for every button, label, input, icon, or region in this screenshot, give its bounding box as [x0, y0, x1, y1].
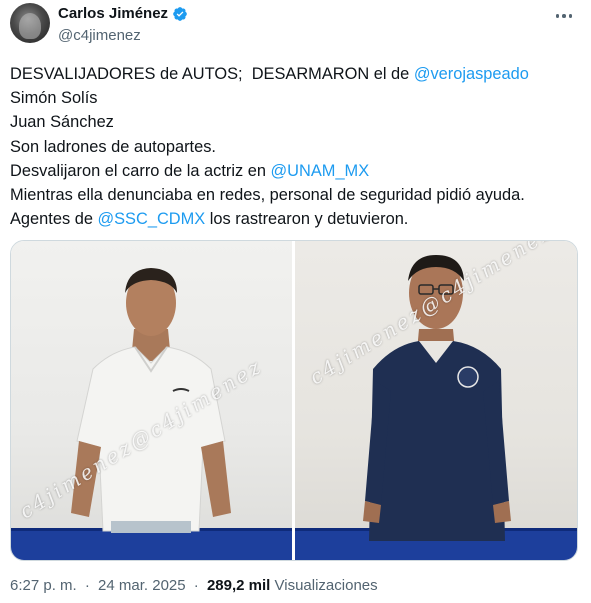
photo-2[interactable]: c4jimenez@c4jimenez [295, 241, 577, 560]
tweet-line-text: DESVALIJADORES de AUTOS; DESARMARON el d… [10, 65, 414, 83]
views-label: Visualizaciones [274, 577, 378, 594]
tweet-line: Simón Solís [10, 86, 582, 110]
mention-link[interactable]: @UNAM_MX [271, 162, 370, 180]
tweet-line-text: Juan Sánchez [10, 113, 114, 132]
tweet-text: DESVALIJADORES de AUTOS; DESARMARON el d… [10, 62, 582, 231]
media-grid: c4jimenez@c4jimenez c4jimenez@c4jimenez [10, 240, 578, 561]
tweet-date[interactable]: 24 mar. 2025 [98, 577, 186, 594]
tweet-line: Desvalijaron el carro de la actriz en @U… [10, 159, 582, 183]
tweet-line-text: Desvalijaron el carro de la actriz en [10, 161, 271, 180]
more-options-icon[interactable] [551, 6, 577, 26]
views-count: 289,2 mil [206, 577, 271, 594]
mention-link[interactable]: @SSC_CDMX [97, 210, 205, 228]
verified-badge-icon [173, 6, 187, 21]
photo-2-illustration [295, 255, 577, 560]
meta-separator: · [193, 577, 199, 594]
author-handle[interactable]: @c4jimenez [58, 27, 141, 44]
author-name-row: Carlos Jiménez [58, 5, 188, 22]
photo-1[interactable]: c4jimenez@c4jimenez [11, 241, 292, 560]
tweet-meta: 6:27 p. m. · 24 mar. 2025 · 289,2 mil Vi… [10, 577, 378, 594]
tweet-line-text: los rastrearon y detuvieron. [205, 210, 409, 229]
tweet-line-text: Mientras ella denunciaba en redes, perso… [10, 186, 525, 205]
tweet-line: Agentes de @SSC_CDMX los rastrearon y de… [10, 207, 582, 231]
tweet-line: Mientras ella denunciaba en redes, perso… [10, 183, 582, 207]
photo-1-illustration [11, 268, 292, 560]
author-avatar[interactable] [10, 3, 50, 43]
tweet-line: Juan Sánchez [10, 110, 582, 134]
tweet-line-text: Son ladrones de autopartes. [10, 137, 216, 156]
tweet-line-text: Simón Solís [10, 89, 98, 108]
author-display-name[interactable]: Carlos Jiménez [58, 5, 168, 22]
tweet-time[interactable]: 6:27 p. m. [10, 577, 77, 594]
tweet-line-text: Agentes de [10, 210, 98, 229]
meta-separator: · [84, 577, 90, 594]
mention-link[interactable]: @verojaspeado [414, 65, 529, 83]
tweet-line: Son ladrones de autopartes. [10, 135, 582, 159]
tweet-line: DESVALIJADORES de AUTOS; DESARMARON el d… [10, 62, 582, 86]
